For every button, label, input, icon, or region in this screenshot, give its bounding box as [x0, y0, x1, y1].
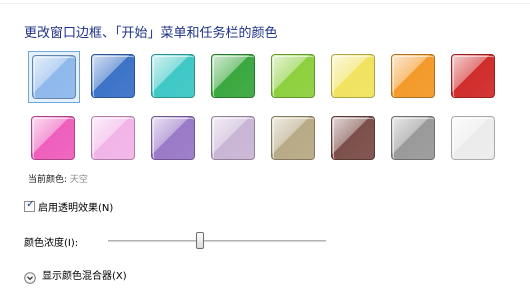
swatch-inner-border — [273, 56, 314, 97]
slider-thumb[interactable] — [195, 232, 204, 249]
swatch-inner-border — [34, 57, 75, 98]
color-swatch-tile[interactable] — [151, 54, 195, 98]
color-swatch-12[interactable] — [208, 113, 260, 165]
color-swatch-tile[interactable] — [211, 54, 255, 98]
color-swatch-tile[interactable] — [32, 55, 76, 99]
transparency-option[interactable]: ✓ 启用透明效果(N) — [24, 198, 113, 214]
color-swatch-tile[interactable] — [391, 54, 435, 98]
color-swatch-2[interactable] — [88, 51, 140, 103]
color-swatch-10[interactable] — [88, 113, 140, 165]
swatch-inner-border — [33, 118, 74, 159]
color-swatch-6[interactable] — [328, 51, 380, 103]
color-swatch-grid — [28, 51, 508, 169]
color-swatch-tile[interactable] — [451, 54, 495, 98]
swatch-inner-border — [153, 56, 194, 97]
color-swatch-tile[interactable] — [271, 116, 315, 160]
color-swatch-5[interactable] — [268, 51, 320, 103]
transparency-label[interactable]: 启用透明效果(N) — [38, 199, 113, 214]
swatch-inner-border — [213, 118, 254, 159]
swatch-inner-border — [153, 118, 194, 159]
checkmark-icon: ✓ — [26, 198, 35, 210]
color-intensity-slider[interactable] — [108, 232, 326, 250]
color-swatch-4[interactable] — [208, 51, 260, 103]
swatch-inner-border — [333, 118, 374, 159]
swatch-inner-border — [93, 56, 134, 97]
show-color-mixer-toggle[interactable]: 显示颜色混合器(X) — [24, 267, 127, 284]
color-swatch-8[interactable] — [448, 51, 500, 103]
swatch-inner-border — [213, 56, 254, 97]
page-title: 更改窗口边框、「开始」菜单和任务栏的颜色 — [24, 26, 278, 41]
window-top-edge — [0, 0, 530, 4]
color-swatch-14[interactable] — [328, 113, 380, 165]
swatch-inner-border — [393, 118, 434, 159]
swatch-inner-border — [453, 56, 494, 97]
color-swatch-7[interactable] — [388, 51, 440, 103]
color-swatch-tile[interactable] — [451, 116, 495, 160]
color-intensity-label: 颜色浓度(I): — [24, 238, 79, 249]
color-swatch-tile[interactable] — [331, 54, 375, 98]
color-swatch-tile[interactable] — [91, 54, 135, 98]
color-swatch-tile[interactable] — [151, 116, 195, 160]
color-swatch-tile[interactable] — [391, 116, 435, 160]
slider-track[interactable] — [108, 240, 326, 242]
current-color-value: 天空 — [69, 175, 88, 185]
color-swatch-tile[interactable] — [91, 116, 135, 160]
color-swatch-1[interactable] — [28, 51, 80, 103]
color-swatch-15[interactable] — [388, 113, 440, 165]
color-swatch-13[interactable] — [268, 113, 320, 165]
color-swatch-16[interactable] — [448, 113, 500, 165]
swatch-inner-border — [453, 118, 494, 159]
color-swatch-3[interactable] — [148, 51, 200, 103]
color-swatch-9[interactable] — [28, 113, 80, 165]
swatch-inner-border — [333, 56, 374, 97]
swatch-inner-border — [393, 56, 434, 97]
chevron-down-circle-icon[interactable] — [24, 269, 36, 284]
current-color-label: 当前颜色: — [28, 175, 68, 185]
show-color-mixer-label[interactable]: 显示颜色混合器(X) — [42, 267, 127, 282]
color-swatch-11[interactable] — [148, 113, 200, 165]
current-color-text: 当前颜色: 天空 — [28, 172, 88, 185]
color-swatch-tile[interactable] — [271, 54, 315, 98]
color-swatch-tile[interactable] — [331, 116, 375, 160]
color-swatch-tile[interactable] — [31, 116, 75, 160]
transparency-checkbox[interactable]: ✓ — [24, 198, 35, 212]
color-and-appearance-window: 更改窗口边框、「开始」菜单和任务栏的颜色 当前颜色: 天空 ✓ 启用透明效果(N… — [0, 0, 530, 288]
swatch-inner-border — [273, 118, 314, 159]
swatch-inner-border — [93, 118, 134, 159]
color-swatch-tile[interactable] — [211, 116, 255, 160]
